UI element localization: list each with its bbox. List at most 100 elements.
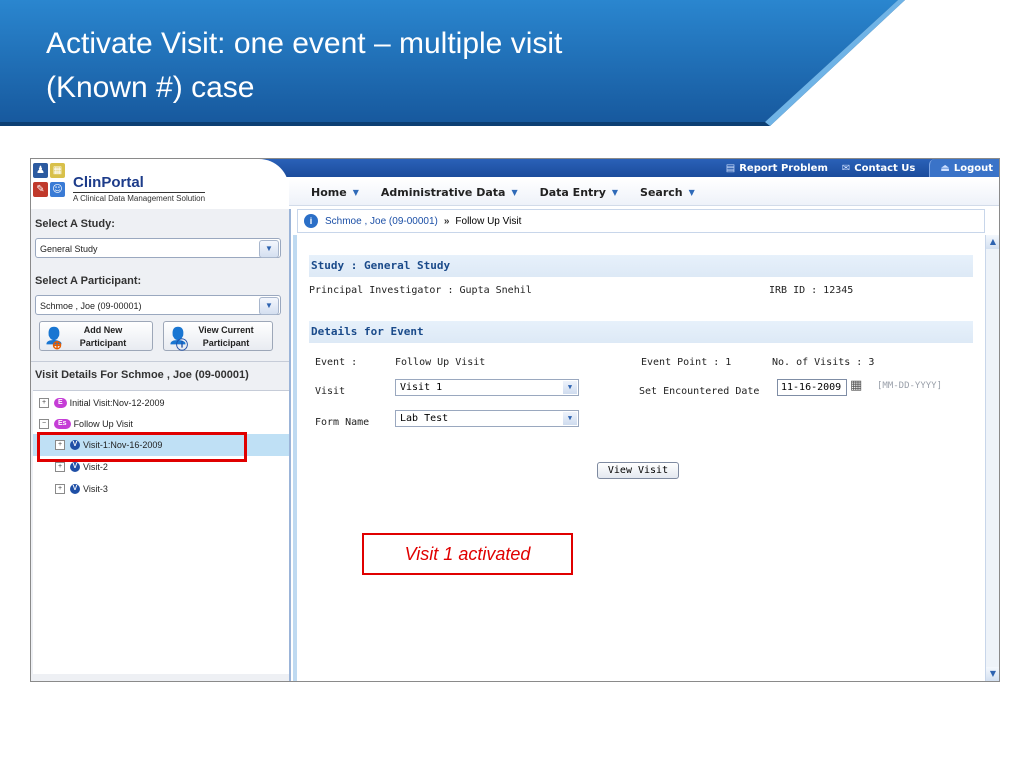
visit-label: Visit [315, 386, 346, 397]
visit-tree: + E Initial Visit:Nov-12-2009 − Es Follo… [33, 390, 289, 674]
participant-label: Select A Participant: [35, 275, 142, 287]
study-section-heading: Study : General Study [309, 255, 973, 277]
slide-title: Activate Visit: one event – multiple vis… [46, 22, 746, 110]
participant-select-value: Schmoe , Joe (09-00001) [40, 301, 142, 311]
slide-title-line2: (Known #) case [46, 71, 255, 104]
visit-details-heading: Visit Details For Schmoe , Joe (09-00001… [35, 369, 249, 381]
number-of-visits: No. of Visits : 3 [772, 357, 875, 368]
irb-id: IRB ID : 12345 [769, 285, 854, 296]
nav-home-label: Home [311, 185, 347, 199]
view-visit-button[interactable]: View Visit [597, 462, 679, 479]
add-person-icon: 👤 ⊕ [44, 328, 64, 352]
mail-icon: ✉ [841, 162, 851, 174]
tree-item-initial-visit[interactable]: + E Initial Visit:Nov-12-2009 [39, 395, 165, 411]
logout-label: Logout [953, 162, 993, 174]
chevron-down-icon: ▼ [511, 187, 518, 197]
tree-item-label: Initial Visit:Nov-12-2009 [69, 398, 165, 408]
main-panel: Study : General Study Principal Investig… [293, 235, 989, 681]
expand-icon[interactable]: + [55, 484, 65, 494]
event-value: Follow Up Visit [395, 357, 486, 368]
encountered-date-label: Set Encountered Date [639, 386, 760, 397]
logout-icon: ⏏ [940, 162, 950, 174]
logout-link[interactable]: ⏏ Logout [929, 159, 999, 177]
visit-badge: V [70, 462, 80, 472]
breadcrumb-separator: » [443, 215, 450, 227]
add-new-participant-button[interactable]: 👤 ⊕ Add New Participant [39, 321, 153, 352]
tree-item-label: Visit-2 [83, 462, 108, 472]
expand-icon[interactable]: + [39, 398, 49, 408]
pencil-icon: ✎ [33, 182, 48, 197]
highlight-box [37, 432, 247, 462]
folder-icon: ▦ [50, 163, 65, 178]
nav-data-entry-label: Data Entry [539, 185, 606, 199]
principal-investigator: Principal Investigator : Gupta Snehil [309, 285, 532, 296]
title-banner: Activate Visit: one event – multiple vis… [0, 0, 1024, 132]
view-current-participant-button[interactable]: 👤 ⓘ View Current Participant [163, 321, 273, 352]
document-icon: ▤ [725, 162, 736, 174]
contact-us-label: Contact Us [854, 162, 916, 174]
details-section-heading: Details for Event [309, 321, 973, 343]
study-label: Select A Study: [35, 218, 115, 230]
study-select-value: General Study [40, 244, 98, 254]
tree-item-label: Visit-3 [83, 484, 108, 494]
study-select[interactable]: General Study ▼ [35, 238, 281, 258]
event-badge: E [54, 398, 67, 408]
logo-area: ♟ ▦ ✎ ☺ ClinPortal A Clinical Data Manag… [31, 159, 289, 207]
logo-divider [73, 192, 205, 193]
logo-tagline: A Clinical Data Management Solution [73, 194, 206, 203]
main-scrollbar[interactable]: ▲ ▼ [985, 235, 999, 681]
chevron-down-icon[interactable]: ▼ [259, 297, 279, 315]
sidebar-divider [31, 361, 289, 362]
chevron-down-icon[interactable]: ▼ [563, 412, 577, 425]
info-icon: i [304, 214, 318, 228]
person-info-icon: 👤 ⓘ [168, 328, 189, 352]
calendar-icon[interactable]: ▦ [850, 378, 866, 394]
main-nav: Home ▼ Administrative Data ▼ Data Entry … [289, 179, 999, 206]
chevron-down-icon[interactable]: ▼ [563, 381, 577, 394]
visit-select[interactable]: Visit 1 ▼ [395, 379, 579, 396]
tree-item-visit-3[interactable]: + V Visit-3 [55, 481, 108, 497]
nav-administrative-data[interactable]: Administrative Data ▼ [381, 186, 518, 199]
tree-item-label: Follow Up Visit [73, 419, 133, 429]
scroll-up-icon[interactable]: ▲ [986, 235, 999, 249]
nav-search-label: Search [640, 185, 683, 199]
chevron-down-icon: ▼ [352, 187, 359, 197]
sidebar: Select A Study: General Study ▼ Select A… [31, 209, 291, 681]
top-links: ▤ Report Problem ✉ Contact Us ⏏ Logout [726, 159, 999, 177]
nav-search[interactable]: Search ▼ [640, 186, 695, 199]
nav-home[interactable]: Home ▼ [311, 186, 359, 199]
people-icon: ☺ [50, 182, 65, 197]
collapse-icon[interactable]: − [39, 419, 49, 429]
report-problem-link[interactable]: ▤ Report Problem [726, 163, 828, 174]
form-name-select[interactable]: Lab Test ▼ [395, 410, 579, 427]
breadcrumb-current: Follow Up Visit [455, 215, 522, 227]
contact-us-link[interactable]: ✉ Contact Us [842, 163, 916, 174]
chevron-down-icon: ▼ [688, 187, 695, 197]
tree-item-follow-up-visit[interactable]: − Es Follow Up Visit [39, 416, 133, 432]
breadcrumb: i Schmoe , Joe (09-00001) » Follow Up Vi… [297, 209, 985, 233]
participant-select[interactable]: Schmoe , Joe (09-00001) ▼ [35, 295, 281, 315]
person-icon: ♟ [33, 163, 48, 178]
app-window: ▤ Report Problem ✉ Contact Us ⏏ Logout ♟… [30, 158, 1000, 682]
event-badge: Es [54, 419, 71, 429]
expand-icon[interactable]: + [55, 462, 65, 472]
logo-name: ClinPortal [73, 174, 144, 191]
report-problem-label: Report Problem [739, 162, 828, 174]
scroll-down-icon[interactable]: ▼ [986, 667, 999, 681]
chevron-down-icon[interactable]: ▼ [259, 240, 279, 258]
nav-data-entry[interactable]: Data Entry ▼ [540, 186, 618, 199]
form-name-select-value: Lab Test [400, 413, 449, 424]
event-label: Event : [315, 357, 358, 368]
event-point: Event Point : 1 [641, 357, 732, 368]
annotation-callout: Visit 1 activated [362, 533, 573, 575]
encountered-date-input[interactable]: 11-16-2009 [777, 379, 847, 396]
slide-title-line1: Activate Visit: one event – multiple vis… [46, 27, 563, 60]
date-format-hint: [MM-DD-YYYY] [877, 381, 943, 391]
logo-icons: ♟ ▦ ✎ ☺ [33, 163, 69, 203]
breadcrumb-participant-link[interactable]: Schmoe , Joe (09-00001) [325, 216, 438, 227]
chevron-down-icon: ▼ [611, 187, 619, 197]
form-name-label: Form Name [315, 417, 370, 428]
visit-badge: V [70, 484, 80, 494]
nav-admin-label: Administrative Data [380, 185, 506, 199]
visit-select-value: Visit 1 [400, 382, 443, 393]
